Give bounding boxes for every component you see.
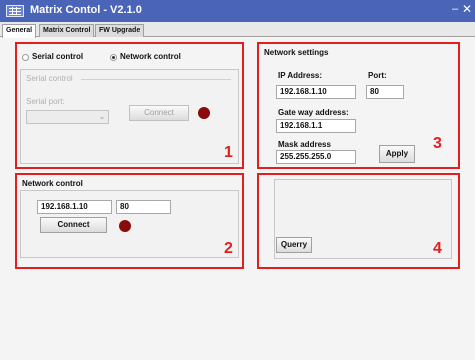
gateway-address-label: Gate way address: xyxy=(278,108,349,117)
network-status-led xyxy=(119,220,131,232)
query-panel: Querry 4 xyxy=(257,173,460,269)
serial-status-led xyxy=(198,107,210,119)
network-connect-button[interactable]: Connect xyxy=(40,217,107,233)
settings-port-field[interactable]: 80 xyxy=(366,85,404,99)
tab-general[interactable]: General xyxy=(2,24,37,38)
title-bar: Matrix Contol - V2.1.0 – ✕ xyxy=(0,0,475,22)
network-control-group: 192.168.1.10 80 Connect xyxy=(20,190,239,258)
network-control-radio-label[interactable]: Network control xyxy=(120,52,181,61)
tab-matrix-control[interactable]: Matrix Control xyxy=(39,24,95,37)
chevron-down-icon: ⌄ xyxy=(99,114,105,121)
port-label: Port: xyxy=(368,71,387,80)
serial-control-radio-label[interactable]: Serial control xyxy=(32,52,83,61)
window-title: Matrix Contol - V2.1.0 xyxy=(30,4,142,16)
network-control-title: Network control xyxy=(22,179,83,188)
serial-port-select[interactable]: ⌄ xyxy=(26,110,109,124)
network-port-field[interactable]: 80 xyxy=(116,200,171,214)
mask-address-label: Mask address xyxy=(278,140,331,149)
apply-button[interactable]: Apply xyxy=(379,145,415,163)
panel-number-3: 3 xyxy=(433,135,442,152)
network-control-radio[interactable] xyxy=(110,54,117,61)
tab-bar: General Matrix Control FW Upgrade xyxy=(0,22,475,38)
group-divider xyxy=(81,79,231,80)
panel-number-1: 1 xyxy=(224,144,233,161)
serial-control-group: Serial control Serial port: ⌄ Connect xyxy=(20,69,239,164)
panel-number-2: 2 xyxy=(224,240,233,257)
gateway-address-field[interactable]: 192.168.1.1 xyxy=(276,119,356,133)
network-settings-panel: Network settings IP Address: Port: 192.1… xyxy=(257,42,460,169)
network-control-panel: Network control 192.168.1.10 80 Connect … xyxy=(15,173,244,269)
mask-address-field[interactable]: 255.255.255.0 xyxy=(276,150,356,164)
serial-connect-button[interactable]: Connect xyxy=(129,105,189,121)
serial-port-label: Serial port: xyxy=(26,97,65,106)
panel-number-4: 4 xyxy=(433,240,442,257)
tab-fw-upgrade[interactable]: FW Upgrade xyxy=(95,24,145,37)
network-ip-field[interactable]: 192.168.1.10 xyxy=(37,200,112,214)
network-settings-title: Network settings xyxy=(264,48,329,57)
minimize-icon[interactable]: – xyxy=(452,3,458,15)
matrix-app-icon xyxy=(6,5,24,17)
serial-control-group-title: Serial control xyxy=(26,74,73,83)
query-button[interactable]: Querry xyxy=(276,237,312,253)
control-mode-panel: Serial control Network control Serial co… xyxy=(15,42,244,169)
serial-control-radio[interactable] xyxy=(22,54,29,61)
close-icon[interactable]: ✕ xyxy=(462,2,472,16)
settings-ip-field[interactable]: 192.168.1.10 xyxy=(276,85,356,99)
ip-address-label: IP Address: xyxy=(278,71,323,80)
